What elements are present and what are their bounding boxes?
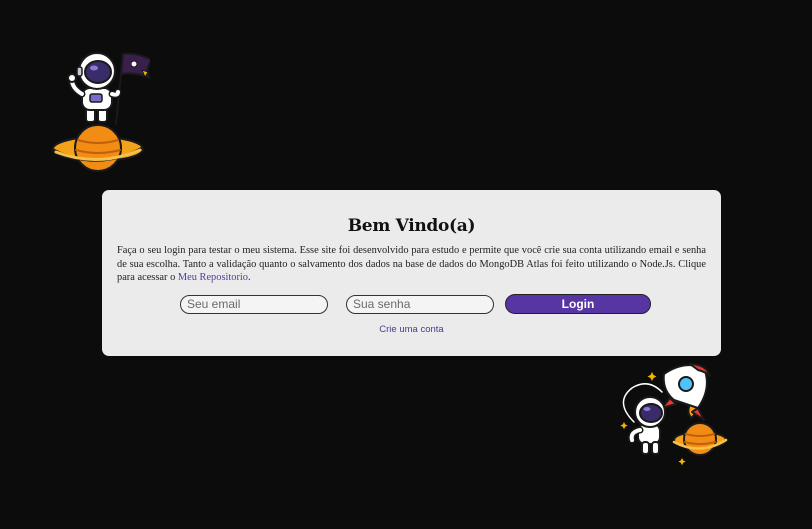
card-title: Bem Vindo(a) xyxy=(347,216,476,236)
login-button[interactable]: Login xyxy=(505,294,651,314)
astronaut-planet-illustration xyxy=(52,52,150,172)
card-description: Faça o seu login para testar o meu siste… xyxy=(117,244,706,285)
create-account-link[interactable]: Crie uma conta xyxy=(102,324,721,335)
login-card: Bem Vindo(a) Faça o seu login para testa… xyxy=(102,190,721,356)
description-end: . xyxy=(248,272,251,283)
page: Bem Vindo(a) Faça o seu login para testa… xyxy=(0,0,812,529)
email-input[interactable] xyxy=(180,294,328,314)
astronaut-rocket-illustration xyxy=(620,363,728,466)
repository-link[interactable]: Meu Repositorio xyxy=(178,272,248,283)
login-form: Login xyxy=(180,294,651,314)
password-input[interactable] xyxy=(346,294,494,314)
